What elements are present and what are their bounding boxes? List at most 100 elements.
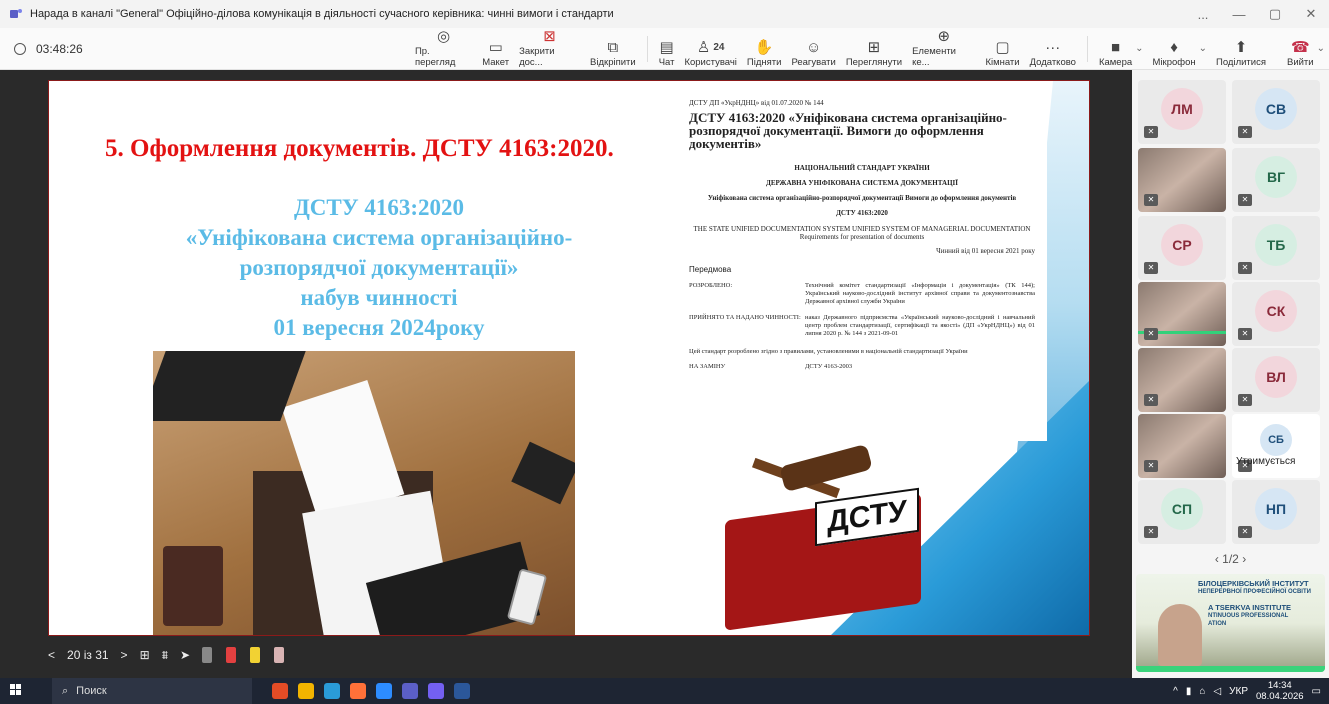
more-options-button[interactable]: ... [1185, 7, 1221, 22]
participant-tile[interactable]: СВ ✕ [1232, 80, 1320, 144]
business-meeting-photo [153, 351, 575, 635]
participant-video-tile[interactable]: ✕ [1138, 148, 1226, 212]
participant-video-tile[interactable]: ✕ [1138, 282, 1226, 346]
maximize-button[interactable]: ▢ [1257, 6, 1293, 22]
participant-tile[interactable]: ТБ ✕ [1232, 216, 1320, 280]
chrome-icon[interactable] [272, 683, 288, 699]
avatar: СП [1161, 488, 1203, 530]
edge-icon[interactable] [324, 683, 340, 699]
slide-subtitle: ДСТУ 4163:2020 «Уніфікована система орга… [109, 193, 649, 343]
participant-tile[interactable]: ВЛ ✕ [1232, 348, 1320, 412]
shared-screen: 5. Оформлення документів. ДСТУ 4163:2020… [0, 70, 1132, 678]
highlighter-yellow-icon[interactable] [250, 647, 261, 663]
tray-overflow-icon[interactable]: ^ [1173, 686, 1178, 697]
avatar: СК [1255, 290, 1297, 332]
participants-pager: ‹ 1/2 › [1132, 552, 1329, 566]
pen-red-icon[interactable] [226, 647, 237, 663]
chat-button[interactable]: ▤ Чат [659, 30, 675, 68]
taskbar-search[interactable]: ⌕ Поиск [52, 678, 252, 704]
preview-label: Пр. перегляд [414, 45, 456, 68]
participant-tile[interactable]: СР ✕ [1138, 216, 1226, 280]
search-placeholder: Поиск [76, 685, 107, 697]
pen-gray-icon[interactable] [202, 647, 213, 663]
grid-view-icon[interactable]: ⊞ [140, 648, 150, 662]
slide-counter: 20 із 31 [67, 648, 109, 662]
mic-muted-icon: ✕ [1238, 194, 1252, 206]
close-share-icon: ⊠ [543, 27, 556, 45]
eraser-icon[interactable] [274, 647, 285, 663]
people-button[interactable]: ♙ 24 Користувачі [684, 30, 736, 68]
raise-hand-button[interactable]: ✋ Підняти [747, 30, 782, 68]
viber-icon[interactable] [428, 683, 444, 699]
participant-tile[interactable]: СК ✕ [1232, 282, 1320, 346]
participant-tile[interactable]: СБ ✕ [1232, 414, 1320, 478]
raise-hand-label: Підняти [746, 56, 782, 68]
mic-muted-icon: ✕ [1144, 460, 1158, 472]
meeting-toolbar: 03:48:26 ◎ Пр. перегляд ▭ Макет ⊠ Закрити д… [0, 28, 1329, 70]
doc-paragraph: Цей стандарт розроблено згідно з правила… [689, 348, 968, 355]
word-icon[interactable] [454, 683, 470, 699]
react-icon: ☺ [805, 38, 822, 56]
participant-tile[interactable]: СП ✕ [1138, 480, 1226, 544]
mic-button[interactable]: ♦ Мікрофон [1153, 30, 1196, 68]
next-slide-button[interactable]: > [121, 648, 128, 662]
windows-start-icon[interactable] [10, 683, 22, 699]
close-window-button[interactable]: ✕ [1293, 6, 1329, 22]
standard-document-excerpt: ДСТУ ДП «УкрНДНЦ» від 01.07.2020 № 144 Д… [677, 81, 1047, 441]
teams-icon[interactable] [402, 683, 418, 699]
settings-slider-icon[interactable]: ⩩ [162, 648, 168, 663]
camera-icon: ■ [1111, 38, 1121, 56]
meeting-timer: 03:48:26 [14, 42, 410, 56]
doc-line: ДЕРЖАВНА УНІФІКОВАНА СИСТЕМА ДОКУМЕНТАЦІ… [766, 179, 958, 187]
layout-button[interactable]: ▭ Макет [482, 30, 509, 68]
layout-label: Макет [482, 56, 510, 68]
camera-options-chevron-icon[interactable]: ⌄ [1135, 43, 1143, 54]
camera-button[interactable]: ■ Камера [1099, 30, 1132, 68]
prev-slide-button[interactable]: < [48, 648, 55, 662]
notifications-icon[interactable]: ▭ [1312, 686, 1321, 697]
mic-options-chevron-icon[interactable]: ⌄ [1199, 43, 1207, 54]
input-language[interactable]: УКР [1229, 686, 1248, 697]
more-label: Додатково [1029, 56, 1076, 68]
react-button[interactable]: ☺ Реагувати [791, 30, 835, 68]
participant-video-tile[interactable]: ✕ [1138, 414, 1226, 478]
institute-line: NTINUOUS PROFESSIONAL [1208, 613, 1289, 619]
shield-icon [14, 42, 26, 55]
people-count: 24 [713, 41, 725, 53]
file-explorer-icon[interactable] [298, 683, 314, 699]
leave-options-chevron-icon[interactable]: ⌄ [1317, 43, 1325, 54]
window-title: Нарада в каналі "General" Офіційно-ділов… [30, 8, 614, 20]
pointer-tool-icon[interactable]: ➤ [180, 648, 190, 662]
view-button[interactable]: ⊞ Переглянути [846, 30, 902, 68]
avatar: ВЛ [1255, 356, 1297, 398]
pager-next-icon[interactable]: › [1242, 552, 1246, 566]
stop-sharing-button[interactable]: ⊠ Закрити дос... [519, 27, 580, 68]
leave-button[interactable]: ☎ Вийти [1287, 30, 1314, 68]
volume-icon[interactable]: ◁ [1213, 686, 1221, 697]
taskbar-clock[interactable]: 14:34 08.04.2026 [1256, 680, 1304, 702]
subtitle-line: набув чинності [300, 285, 458, 310]
share-button[interactable]: ⬆ Поділитися [1216, 30, 1266, 68]
unpin-button[interactable]: ⧉ Відкріпити [590, 30, 636, 68]
preview-button[interactable]: ◎ Пр. перегляд [414, 28, 472, 68]
doc-row-key: РОЗРОБЛЕНО: [689, 282, 733, 289]
minimize-button[interactable]: — [1221, 7, 1257, 22]
view-label: Переглянути [845, 56, 903, 68]
firefox-icon[interactable] [350, 683, 366, 699]
participant-tile[interactable]: ЛМ ✕ [1138, 80, 1226, 144]
avatar: НП [1255, 488, 1297, 530]
participant-tile[interactable]: ВГ ✕ [1232, 148, 1320, 212]
search-icon: ⌕ [62, 684, 69, 697]
more-button[interactable]: ··· Додатково [1030, 30, 1076, 68]
apps-button[interactable]: ⊕ Елементи ке... [912, 28, 975, 68]
battery-icon[interactable]: ▮ [1186, 686, 1192, 697]
pager-prev-icon[interactable]: ‹ [1215, 552, 1219, 566]
participant-video-tile[interactable]: ✕ [1138, 348, 1226, 412]
clock-time: 14:34 [1267, 680, 1292, 691]
institute-video-tile[interactable]: БІЛОЦЕРКІВСЬКИЙ ІНСТИТУТ НЕПЕРЕРВНОЇ ПРОФ… [1136, 574, 1325, 672]
rooms-button[interactable]: ▢ Кімнати [985, 30, 1019, 68]
doc-row-value: Технічний комітет стандартизації «Інформ… [805, 282, 1035, 305]
zoom-icon[interactable] [376, 683, 392, 699]
network-icon[interactable]: ⌂ [1199, 686, 1205, 697]
participant-tile[interactable]: НП ✕ [1232, 480, 1320, 544]
